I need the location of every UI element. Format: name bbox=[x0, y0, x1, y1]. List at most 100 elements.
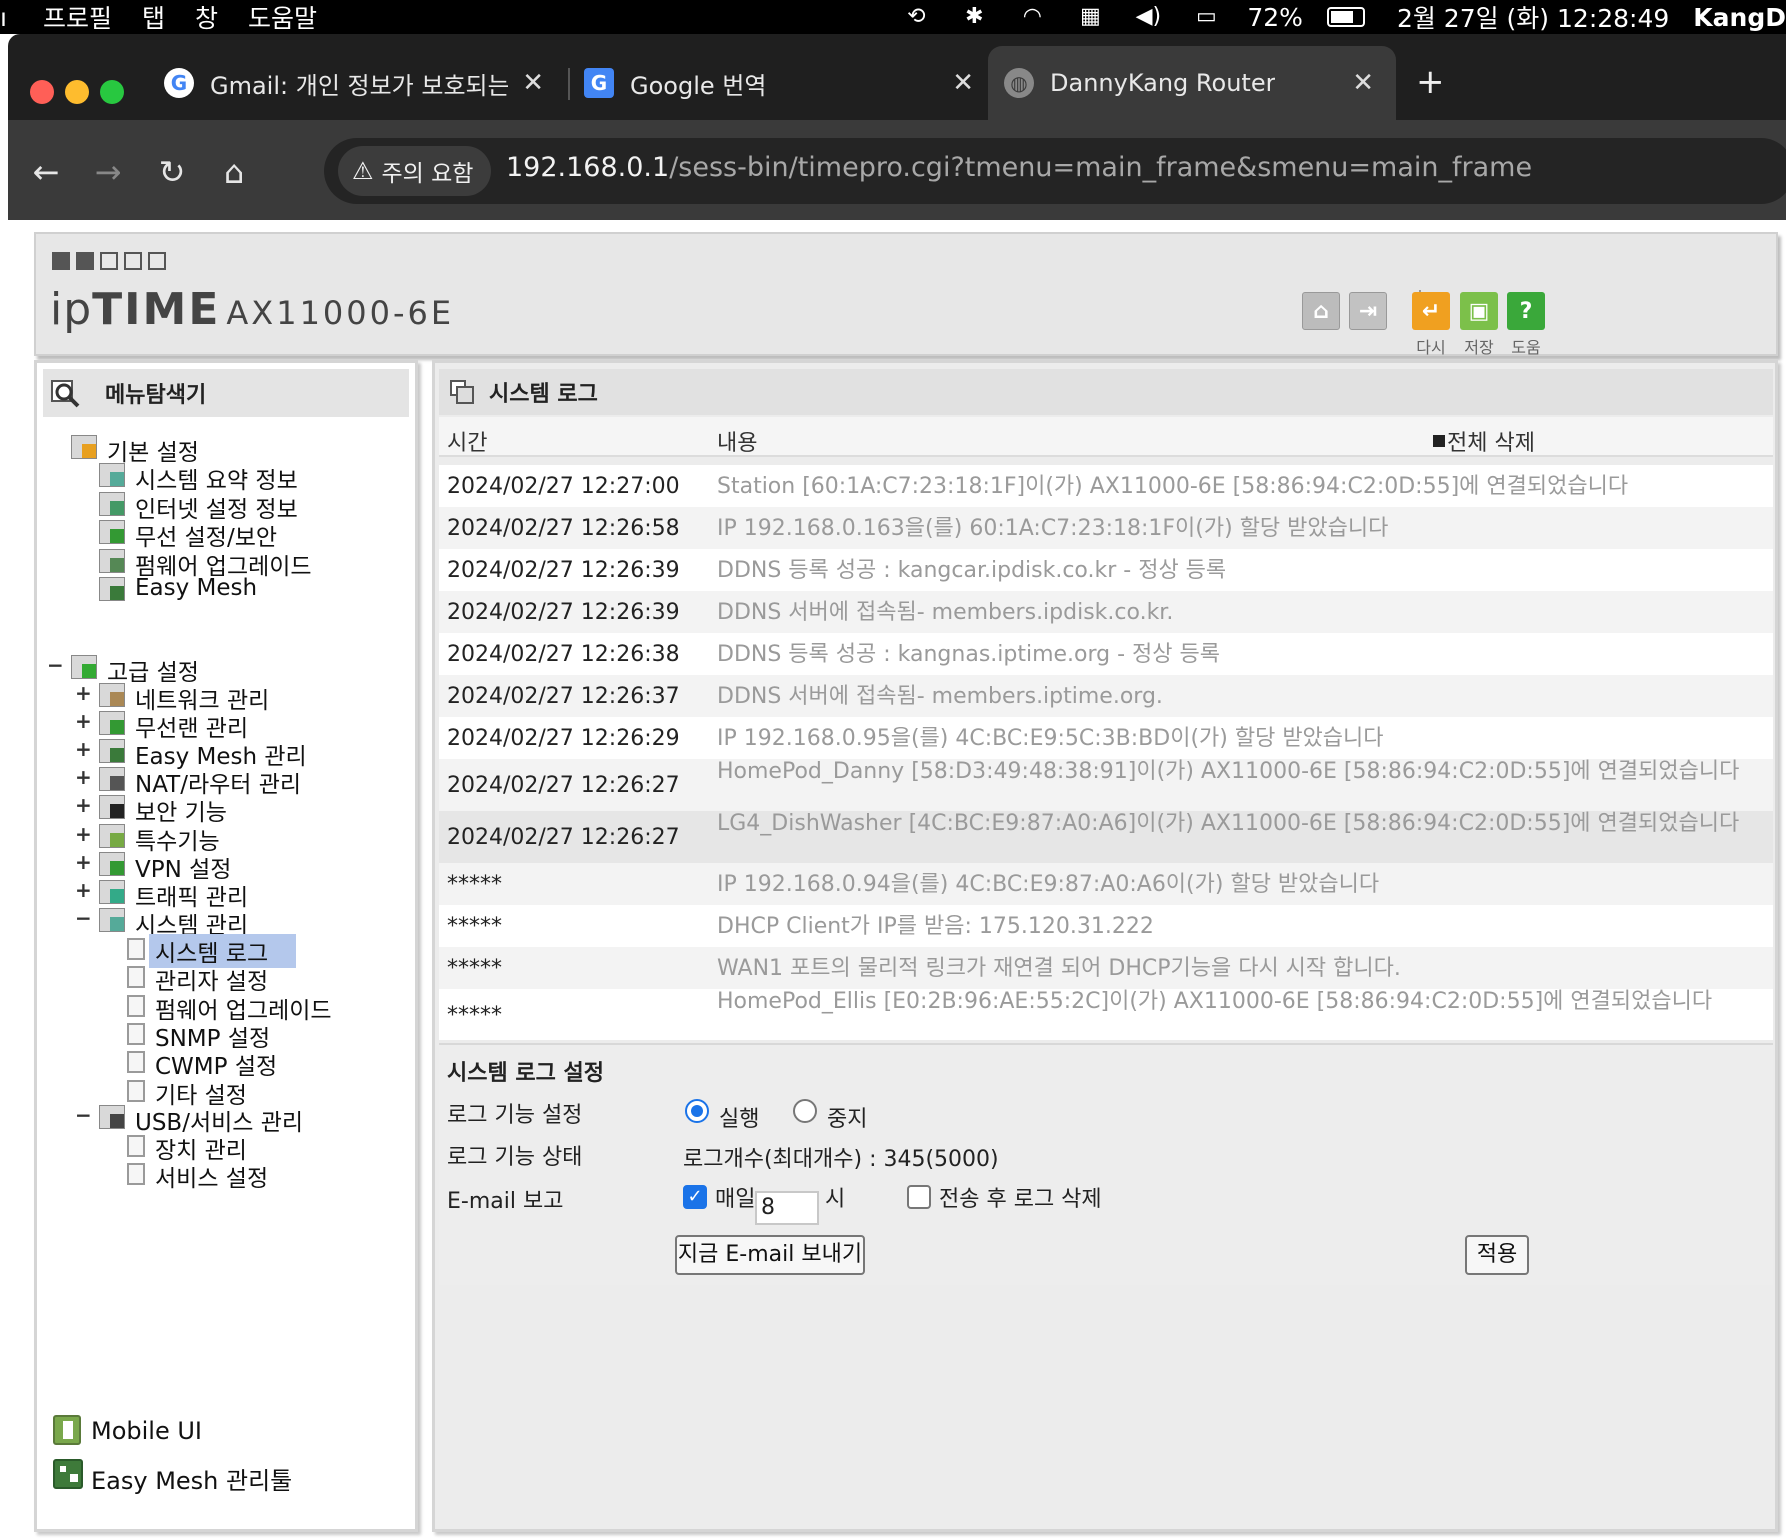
expand-icon[interactable]: + bbox=[75, 709, 92, 733]
menu-tab[interactable]: 탭 bbox=[142, 0, 165, 35]
home-button[interactable]: ⌂ bbox=[212, 150, 256, 194]
apply-button[interactable]: 적용 bbox=[1465, 1235, 1529, 1275]
menu-advanced-item[interactable]: + 특수기능 bbox=[75, 822, 399, 855]
menu-basic-item[interactable]: 무선 설정/보안 bbox=[99, 518, 399, 551]
menu-basic-item[interactable]: 인터넷 설정 정보 bbox=[99, 490, 399, 523]
menu-advanced-settings[interactable]: − 고급 설정 bbox=[47, 653, 371, 686]
time-machine-icon[interactable]: ⟲ bbox=[899, 4, 933, 30]
menu-basic-item[interactable]: 시스템 요약 정보 bbox=[99, 461, 399, 494]
delete-after-send-checkbox[interactable] bbox=[907, 1185, 931, 1209]
forward-button[interactable]: → bbox=[86, 150, 130, 194]
reload-button[interactable]: ↻ bbox=[150, 150, 194, 194]
apple-menu-fragment[interactable]: ı bbox=[0, 3, 7, 32]
log-row: 2024/02/27 12:26:29 IP 192.168.0.95을(를) 4… bbox=[439, 717, 1773, 759]
close-icon[interactable]: ✕ bbox=[952, 68, 974, 98]
log-list[interactable]: 2024/02/27 12:27:00 Station [60:1A:C7:23:… bbox=[439, 465, 1773, 1040]
log-run-radio[interactable] bbox=[685, 1099, 709, 1123]
menu-profile[interactable]: 프로필 bbox=[43, 0, 112, 35]
menu-system-item[interactable]: SNMP 설정 bbox=[127, 1019, 427, 1052]
menu-system-item[interactable]: 관리자 설정 bbox=[127, 962, 427, 995]
log-row: 2024/02/27 12:26:39 DDNS 등록 성공 : kangcar.… bbox=[439, 549, 1773, 591]
nat-router-icon bbox=[99, 767, 125, 792]
menu-usb-item[interactable]: 장치 관리 bbox=[127, 1131, 427, 1164]
menu-advanced-item[interactable]: + 트래픽 관리 bbox=[75, 878, 399, 911]
log-time: 2024/02/27 12:26:58 bbox=[447, 516, 680, 541]
menu-advanced-item[interactable]: + VPN 설정 bbox=[75, 850, 399, 883]
save-icon[interactable]: ▣ bbox=[1460, 292, 1498, 330]
menu-item-label: Easy Mesh bbox=[135, 575, 258, 601]
minimize-window-button[interactable] bbox=[65, 80, 89, 104]
tab-router[interactable]: ◍ DannyKang Router ✕ bbox=[988, 46, 1396, 120]
minus-box-icon bbox=[1433, 435, 1445, 447]
battery-icon[interactable] bbox=[1326, 7, 1365, 27]
collapse-icon[interactable]: − bbox=[75, 906, 92, 930]
menu-item-label: 서비스 설정 bbox=[155, 1166, 269, 1192]
menu-basic-settings[interactable]: 기본 설정 bbox=[71, 433, 371, 466]
log-stop-radio[interactable] bbox=[793, 1099, 817, 1123]
delete-all-button[interactable]: 전체 삭제 bbox=[1433, 425, 1535, 457]
volume-icon[interactable]: ◀) bbox=[1131, 4, 1165, 30]
tab-divider bbox=[568, 68, 570, 100]
menu-explorer-title: 메뉴탐색기 bbox=[105, 383, 207, 408]
menu-advanced-item[interactable]: + 네트워크 관리 bbox=[75, 681, 399, 714]
tab-google-translate[interactable]: G Google 번역 ✕ bbox=[584, 46, 984, 120]
menubar-user[interactable]: KangD bbox=[1693, 3, 1786, 32]
menu-advanced-item[interactable]: + Easy Mesh 관리 bbox=[75, 737, 399, 770]
menu-usb-service[interactable]: − USB/서비스 관리 bbox=[75, 1103, 399, 1136]
keyboard-icon[interactable]: ▦ bbox=[1073, 4, 1107, 30]
expand-icon[interactable]: + bbox=[75, 793, 92, 817]
airplay-icon[interactable]: ▭ bbox=[1189, 4, 1223, 30]
collapse-icon[interactable]: − bbox=[47, 653, 64, 677]
zoom-window-button[interactable] bbox=[100, 80, 124, 104]
bluetooth-icon[interactable]: ✱ bbox=[957, 4, 991, 30]
menu-basic-item[interactable]: 펌웨어 업그레이드 bbox=[99, 547, 399, 580]
expand-icon[interactable]: + bbox=[75, 850, 92, 874]
easy-mesh-tool-link[interactable]: Easy Mesh 관리툴 bbox=[51, 1459, 351, 1495]
security-warning-chip[interactable]: ⚠ 주의 요함 bbox=[338, 146, 492, 196]
menu-usb-item[interactable]: 서비스 설정 bbox=[127, 1159, 427, 1192]
menu-advanced-item[interactable]: + 무선랜 관리 bbox=[75, 709, 399, 742]
menu-system-item[interactable]: CWMP 설정 bbox=[127, 1047, 427, 1080]
new-tab-button[interactable]: + bbox=[1416, 62, 1445, 102]
menu-system-item[interactable]: 기타 설정 bbox=[127, 1076, 427, 1109]
usb-icon bbox=[99, 1105, 125, 1129]
log-stop-label[interactable]: 중지 bbox=[827, 1101, 867, 1133]
log-row: 2024/02/27 12:26:27 HomePod_Danny [58:D3:… bbox=[439, 759, 1773, 811]
delete-all-label: 전체 삭제 bbox=[1447, 431, 1535, 456]
close-icon[interactable]: ✕ bbox=[1352, 68, 1374, 98]
menu-basic-item[interactable]: Easy Mesh bbox=[99, 575, 399, 603]
menu-window[interactable]: 창 bbox=[195, 0, 218, 35]
log-time: ***** bbox=[447, 872, 502, 897]
help-icon[interactable]: ? bbox=[1507, 292, 1545, 330]
menu-help[interactable]: 도움말 bbox=[248, 0, 317, 35]
menu-advanced-item[interactable]: + 보안 기능 bbox=[75, 793, 399, 826]
log-run-label[interactable]: 실행 bbox=[719, 1101, 759, 1133]
tab-gmail[interactable]: G Gmail: 개인 정보가 보호되는 안전한 ✕ bbox=[164, 46, 564, 120]
expand-icon[interactable]: + bbox=[75, 681, 92, 705]
logout-icon[interactable]: ⇥ bbox=[1349, 292, 1387, 330]
menu-advanced-item[interactable]: + NAT/라우터 관리 bbox=[75, 765, 399, 798]
close-window-button[interactable] bbox=[30, 80, 54, 104]
menu-system-item[interactable]: 펌웨어 업그레이드 bbox=[127, 991, 427, 1024]
email-hour-input[interactable]: 8 bbox=[755, 1191, 819, 1225]
home-icon[interactable]: ⌂ bbox=[1302, 292, 1340, 330]
restart-icon[interactable]: ↵ bbox=[1412, 292, 1450, 330]
menu-system-log[interactable]: 시스템 로그 bbox=[127, 934, 427, 968]
close-icon[interactable]: ✕ bbox=[522, 68, 544, 98]
daily-checkbox[interactable]: ✓ bbox=[683, 1185, 707, 1209]
expand-icon[interactable]: + bbox=[75, 878, 92, 902]
menu-system-management[interactable]: − 시스템 관리 bbox=[75, 906, 399, 939]
menubar-clock[interactable]: 2월 27일 (화) 12:28:49 bbox=[1397, 0, 1669, 35]
internet-monitor-icon bbox=[99, 491, 125, 516]
address-bar[interactable]: ⚠ 주의 요함 192.168.0.1/sess-bin/timepro.cgi… bbox=[324, 138, 1786, 204]
expand-icon[interactable]: + bbox=[75, 737, 92, 761]
expand-icon[interactable]: + bbox=[75, 765, 92, 789]
url-text[interactable]: 192.168.0.1/sess-bin/timepro.cgi?tmenu=m… bbox=[506, 152, 1532, 183]
back-button[interactable]: ← bbox=[24, 150, 68, 194]
send-email-now-button[interactable]: 지금 E-mail 보내기 bbox=[675, 1235, 865, 1275]
wifi-icon[interactable]: ◠ bbox=[1015, 4, 1049, 30]
mobile-ui-link[interactable]: Mobile UI bbox=[51, 1415, 351, 1449]
collapse-icon[interactable]: − bbox=[75, 1103, 92, 1127]
delete-after-send-label[interactable]: 전송 후 로그 삭제 bbox=[939, 1181, 1102, 1213]
expand-icon[interactable]: + bbox=[75, 822, 92, 846]
